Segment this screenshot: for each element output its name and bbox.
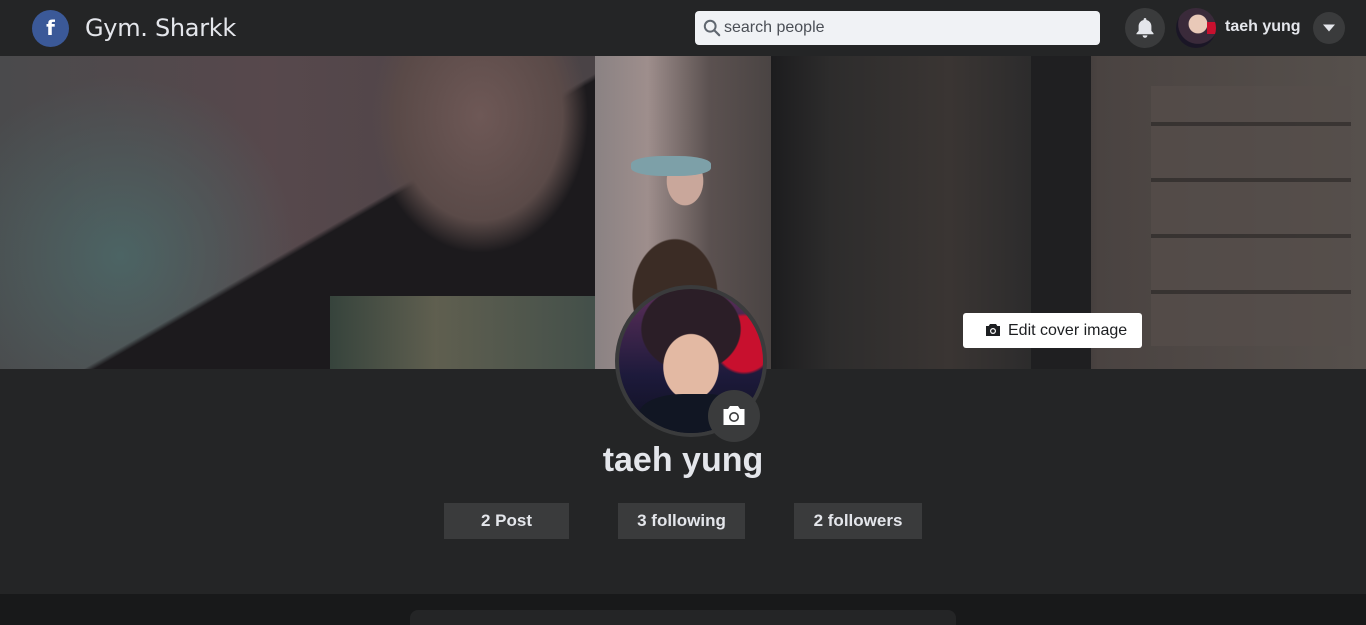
user-name-link[interactable]: taeh yung xyxy=(1225,18,1301,36)
camera-icon xyxy=(986,324,1000,336)
edit-cover-button[interactable]: Edit cover image xyxy=(963,313,1142,348)
brand-name[interactable]: Gym. Sharkk xyxy=(85,14,236,42)
posts-count-button[interactable]: 2 Post xyxy=(444,503,569,539)
top-navbar: f Gym. Sharkk taeh yung xyxy=(0,0,1366,56)
account-menu-button[interactable] xyxy=(1313,12,1345,44)
cover-photo-left xyxy=(0,56,595,369)
search-input[interactable] xyxy=(724,11,1094,45)
post-card xyxy=(410,610,956,625)
change-profile-picture-button[interactable] xyxy=(708,390,760,442)
chevron-down-icon xyxy=(1323,24,1335,32)
bell-icon xyxy=(1136,18,1154,38)
following-count-button[interactable]: 3 following xyxy=(618,503,745,539)
facebook-logo-icon[interactable]: f xyxy=(32,10,69,47)
edit-cover-label: Edit cover image xyxy=(1008,322,1128,339)
followers-count-button[interactable]: 2 followers xyxy=(794,503,922,539)
camera-icon xyxy=(723,406,745,425)
profile-name: taeh yung xyxy=(602,441,764,479)
avatar[interactable] xyxy=(1176,8,1216,48)
search-bar[interactable] xyxy=(695,11,1100,45)
search-icon xyxy=(703,19,721,37)
notifications-button[interactable] xyxy=(1125,8,1165,48)
